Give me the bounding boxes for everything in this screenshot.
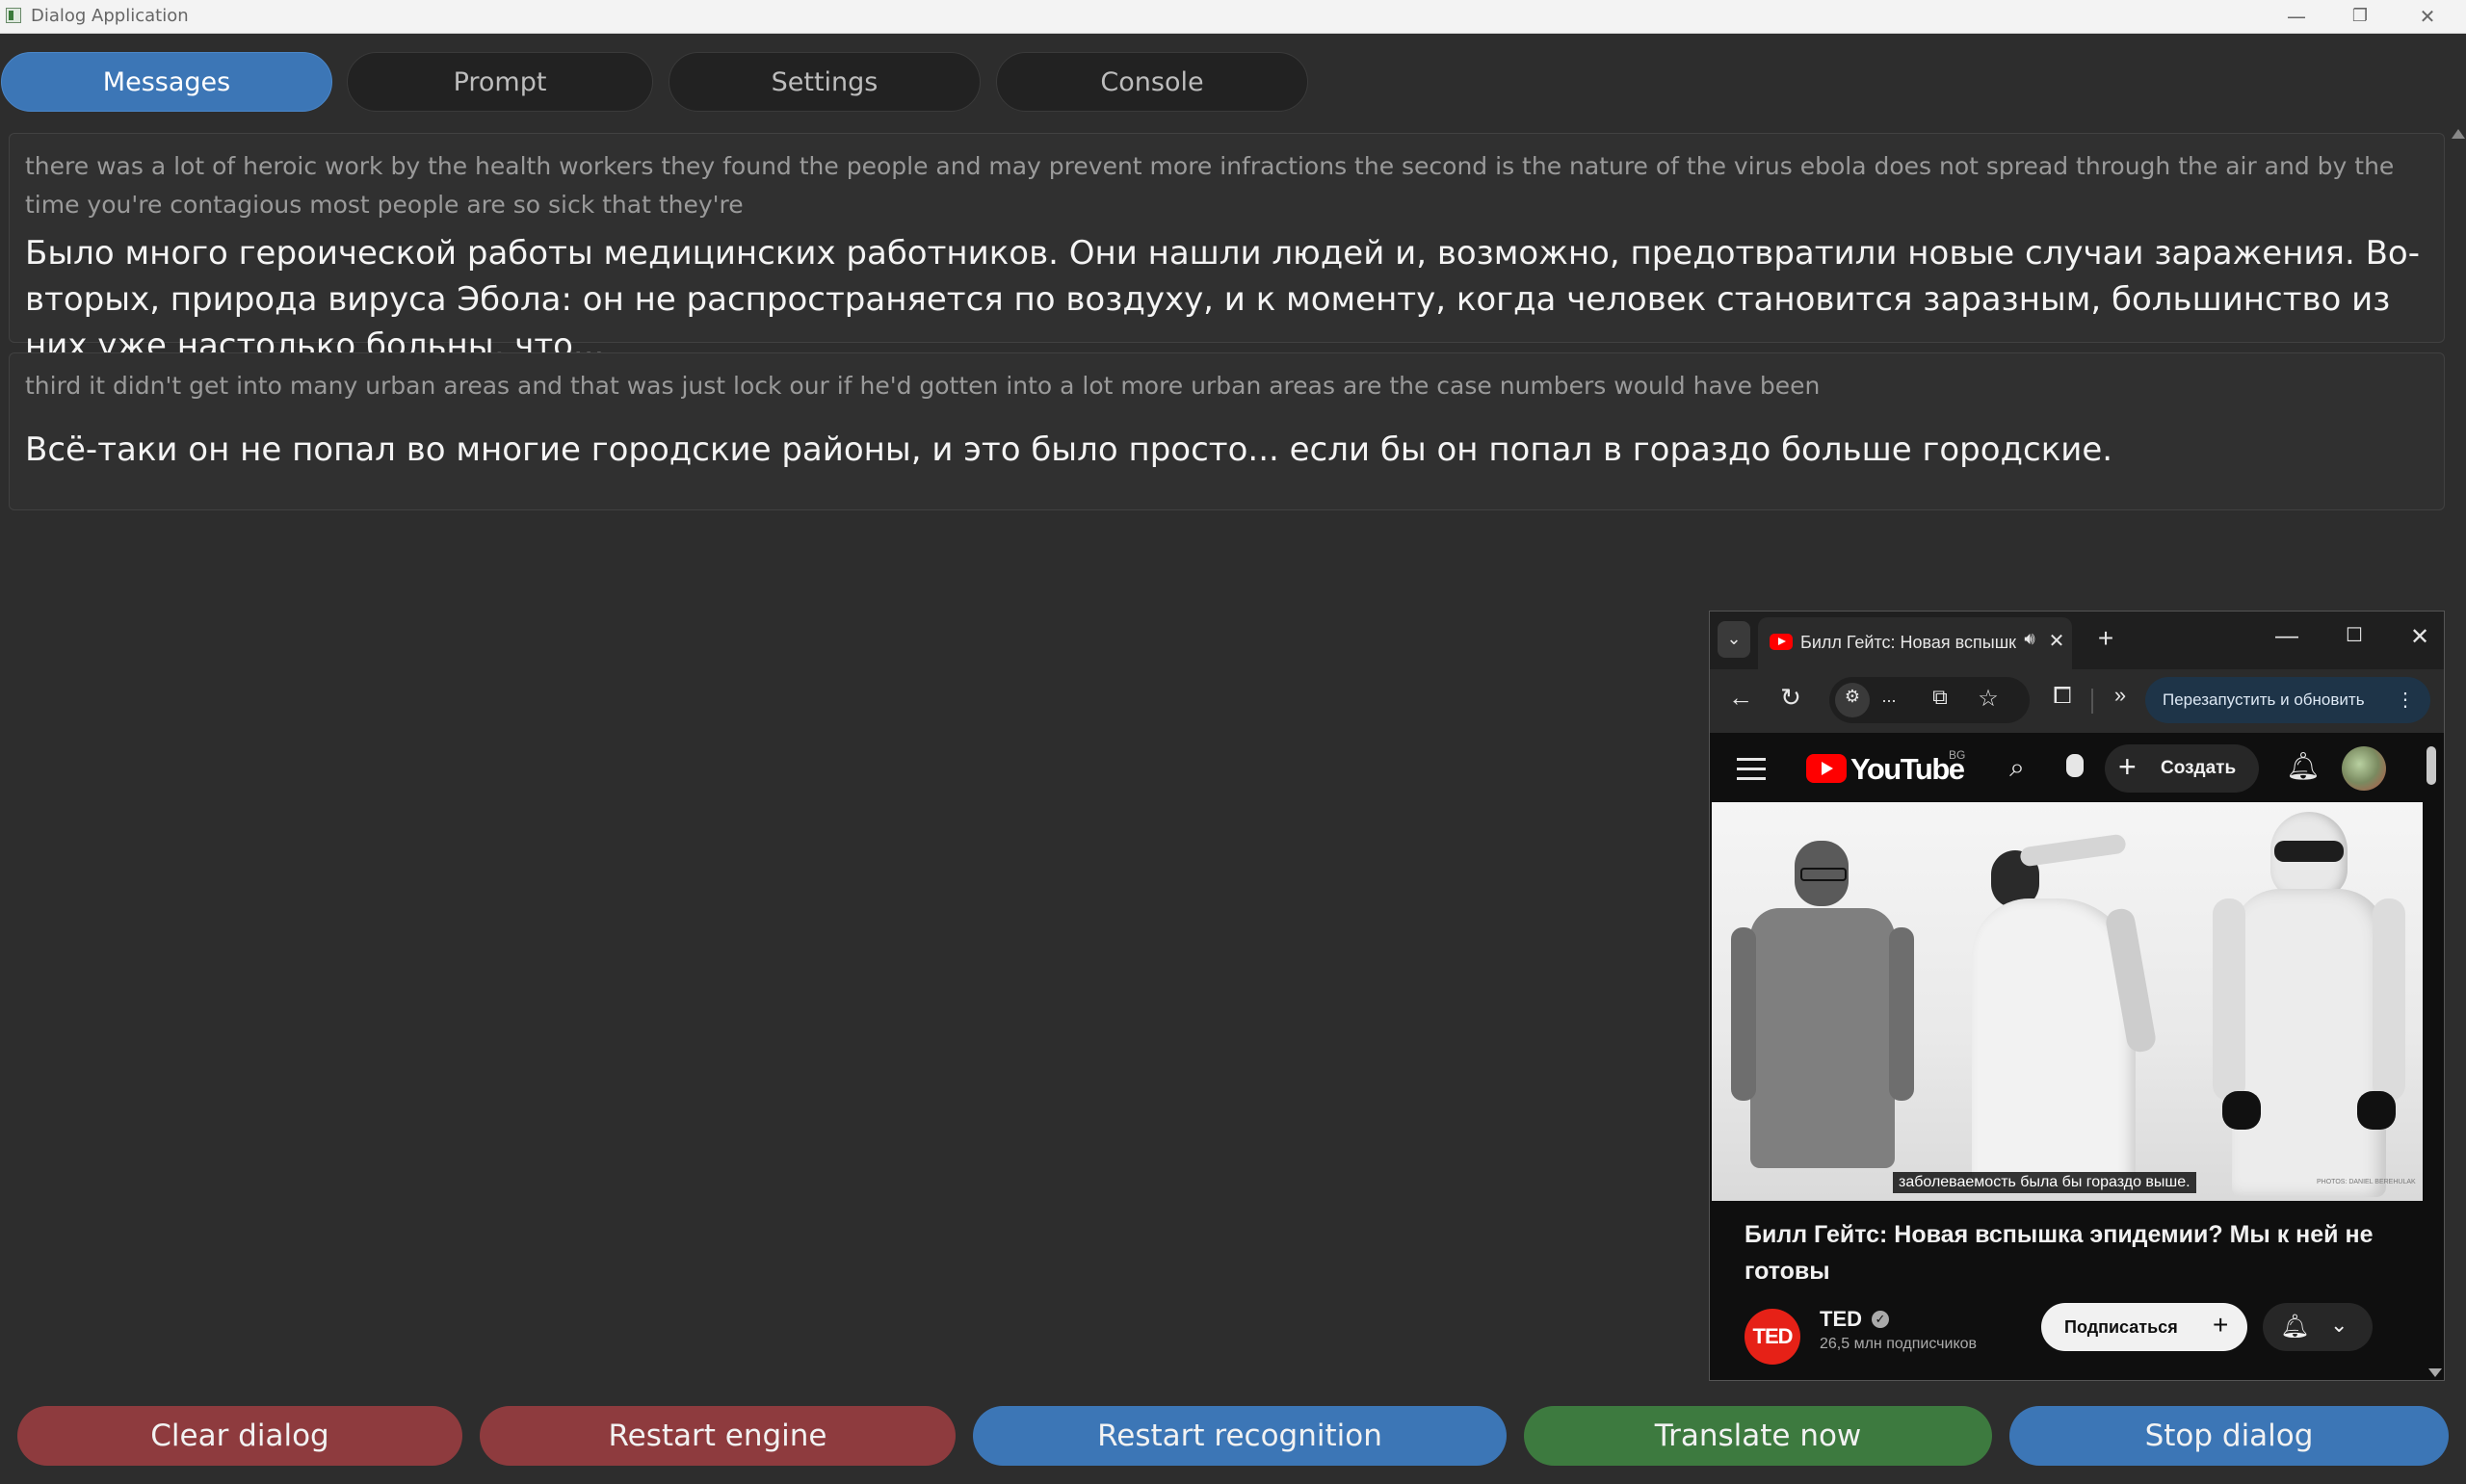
- star-icon[interactable]: ☆: [1974, 685, 2003, 713]
- browser-toolbar: ← ↻ ⚙ ... ⧉ ☆ ⧠ » Перезапустить и обнови…: [1710, 669, 2444, 733]
- video-figure-gown: [1953, 833, 2158, 1201]
- create-label: Создать: [2161, 758, 2237, 778]
- message-item: third it didn't get into many urban area…: [9, 352, 2445, 510]
- new-tab-icon[interactable]: +: [2091, 623, 2120, 654]
- hamburger-icon[interactable]: [1737, 758, 1766, 780]
- subscribe-label: Подписаться: [2064, 1317, 2178, 1337]
- bell-icon: 🔔︎: [2280, 1314, 2310, 1340]
- video-title[interactable]: Билл Гейтс: Новая вспышка эпидемии? Мы к…: [1745, 1216, 2380, 1289]
- close-tab-icon[interactable]: ✕: [2045, 629, 2068, 653]
- reload-icon[interactable]: ↻: [1775, 683, 1806, 713]
- message-source-text: third it didn't get into many urban area…: [25, 372, 1821, 400]
- video-player[interactable]: заболеваемость была бы гораздо выше. PHO…: [1712, 802, 2423, 1201]
- notifications-button[interactable]: 🔔︎ ⌄: [2263, 1303, 2373, 1351]
- translate-now-button[interactable]: Translate now: [1524, 1406, 1992, 1466]
- more-tools-icon[interactable]: »: [2105, 683, 2136, 708]
- minimize-icon[interactable]: —: [2272, 623, 2301, 650]
- message-translation-text: Было много героической работы медицински…: [25, 234, 2420, 365]
- verified-icon: ✓: [1872, 1311, 1889, 1328]
- window-title: Dialog Application: [31, 6, 189, 26]
- region-code: BG: [1949, 748, 1966, 762]
- youtube-logo-text[interactable]: YouTube: [1850, 752, 1965, 787]
- scrollbar[interactable]: [2454, 131, 2462, 1373]
- browser-tab-title: Билл Гейтс: Новая вспышк: [1800, 633, 2016, 652]
- mic-icon[interactable]: [2066, 754, 2084, 777]
- message-source-text: there was a lot of heroic work by the he…: [25, 152, 2395, 219]
- tab-search-icon[interactable]: ⌄: [1718, 621, 1750, 658]
- photo-credit: PHOTOS: DANIEL BEREHULAK: [2317, 1179, 2416, 1185]
- chevron-down-icon: ⌄: [2330, 1313, 2348, 1337]
- restart-engine-button[interactable]: Restart engine: [480, 1406, 956, 1466]
- maximize-icon[interactable]: ☐: [2340, 623, 2369, 647]
- back-icon[interactable]: ←: [1725, 683, 1756, 713]
- message-translation-text: Всё-таки он не попал во многие городские…: [25, 430, 2113, 469]
- restore-button[interactable]: ❐: [2331, 0, 2389, 33]
- extensions-icon[interactable]: ⧠: [2047, 683, 2078, 710]
- youtube-page: YouTube BG ⌕ + Создать 🔔︎ заболеваемость…: [1710, 733, 2444, 1380]
- stop-dialog-button[interactable]: Stop dialog: [2009, 1406, 2449, 1466]
- page-scroll-down-arrow[interactable]: [2428, 1368, 2442, 1377]
- tab-messages[interactable]: Messages: [1, 52, 332, 112]
- youtube-logo-icon[interactable]: [1806, 754, 1847, 783]
- omnibox-ellipsis: ...: [1881, 687, 1897, 706]
- kebab-icon[interactable]: ⋮: [2396, 677, 2415, 723]
- title-bar: Dialog Application — ❐ ✕: [0, 0, 2466, 34]
- video-figure-protective-suit: [2213, 812, 2405, 1197]
- browser-window[interactable]: ⌄ Билл Гейтс: Новая вспышк 🔊︎ ✕ + — ☐ ✕ …: [1709, 611, 2445, 1381]
- close-button[interactable]: ✕: [2399, 0, 2456, 33]
- relaunch-button[interactable]: Перезапустить и обновить ⋮: [2145, 677, 2430, 723]
- page-scrollbar-thumb[interactable]: [2427, 746, 2436, 785]
- plus-icon: +: [2118, 749, 2137, 784]
- browser-tab[interactable]: Билл Гейтс: Новая вспышк 🔊︎ ✕: [1758, 617, 2072, 669]
- avatar[interactable]: [2342, 746, 2386, 791]
- relaunch-label: Перезапустить и обновить: [2163, 690, 2365, 709]
- tab-settings[interactable]: Settings: [669, 52, 981, 112]
- tab-console[interactable]: Console: [996, 52, 1308, 112]
- plus-icon: +: [2213, 1310, 2229, 1340]
- youtube-favicon: [1770, 634, 1793, 650]
- video-subtitle: заболеваемость была бы гораздо выше.: [1893, 1172, 2196, 1193]
- site-info-icon[interactable]: ⚙: [1835, 687, 1870, 707]
- create-button[interactable]: + Создать: [2105, 744, 2259, 793]
- youtube-header: YouTube BG ⌕ + Создать 🔔︎: [1710, 733, 2444, 802]
- message-item: there was a lot of heroic work by the he…: [9, 133, 2445, 365]
- speaker-icon[interactable]: 🔊︎: [2018, 629, 2041, 649]
- subscribe-button[interactable]: Подписаться +: [2041, 1303, 2247, 1351]
- video-figure-doctor: [1731, 841, 1914, 1201]
- restart-recognition-button[interactable]: Restart recognition: [973, 1406, 1507, 1466]
- search-icon[interactable]: ⌕: [2001, 752, 2033, 784]
- close-icon[interactable]: ✕: [2405, 623, 2434, 651]
- cast-icon[interactable]: ⧉: [1926, 685, 1954, 710]
- bell-icon[interactable]: 🔔︎: [2286, 750, 2321, 782]
- channel-avatar[interactable]: TED: [1745, 1309, 1800, 1365]
- subscriber-count: 26,5 млн подписчиков: [1820, 1336, 1978, 1352]
- clear-dialog-button[interactable]: Clear dialog: [17, 1406, 462, 1466]
- minimize-button[interactable]: —: [2268, 0, 2325, 33]
- tab-prompt[interactable]: Prompt: [347, 52, 653, 112]
- channel-name[interactable]: TED: [1820, 1307, 1862, 1332]
- omnibox[interactable]: ⚙ ... ⧉ ☆: [1829, 677, 2030, 723]
- browser-tab-strip: ⌄ Билл Гейтс: Новая вспышк 🔊︎ ✕ + — ☐ ✕: [1710, 612, 2444, 669]
- app-icon: [6, 8, 21, 23]
